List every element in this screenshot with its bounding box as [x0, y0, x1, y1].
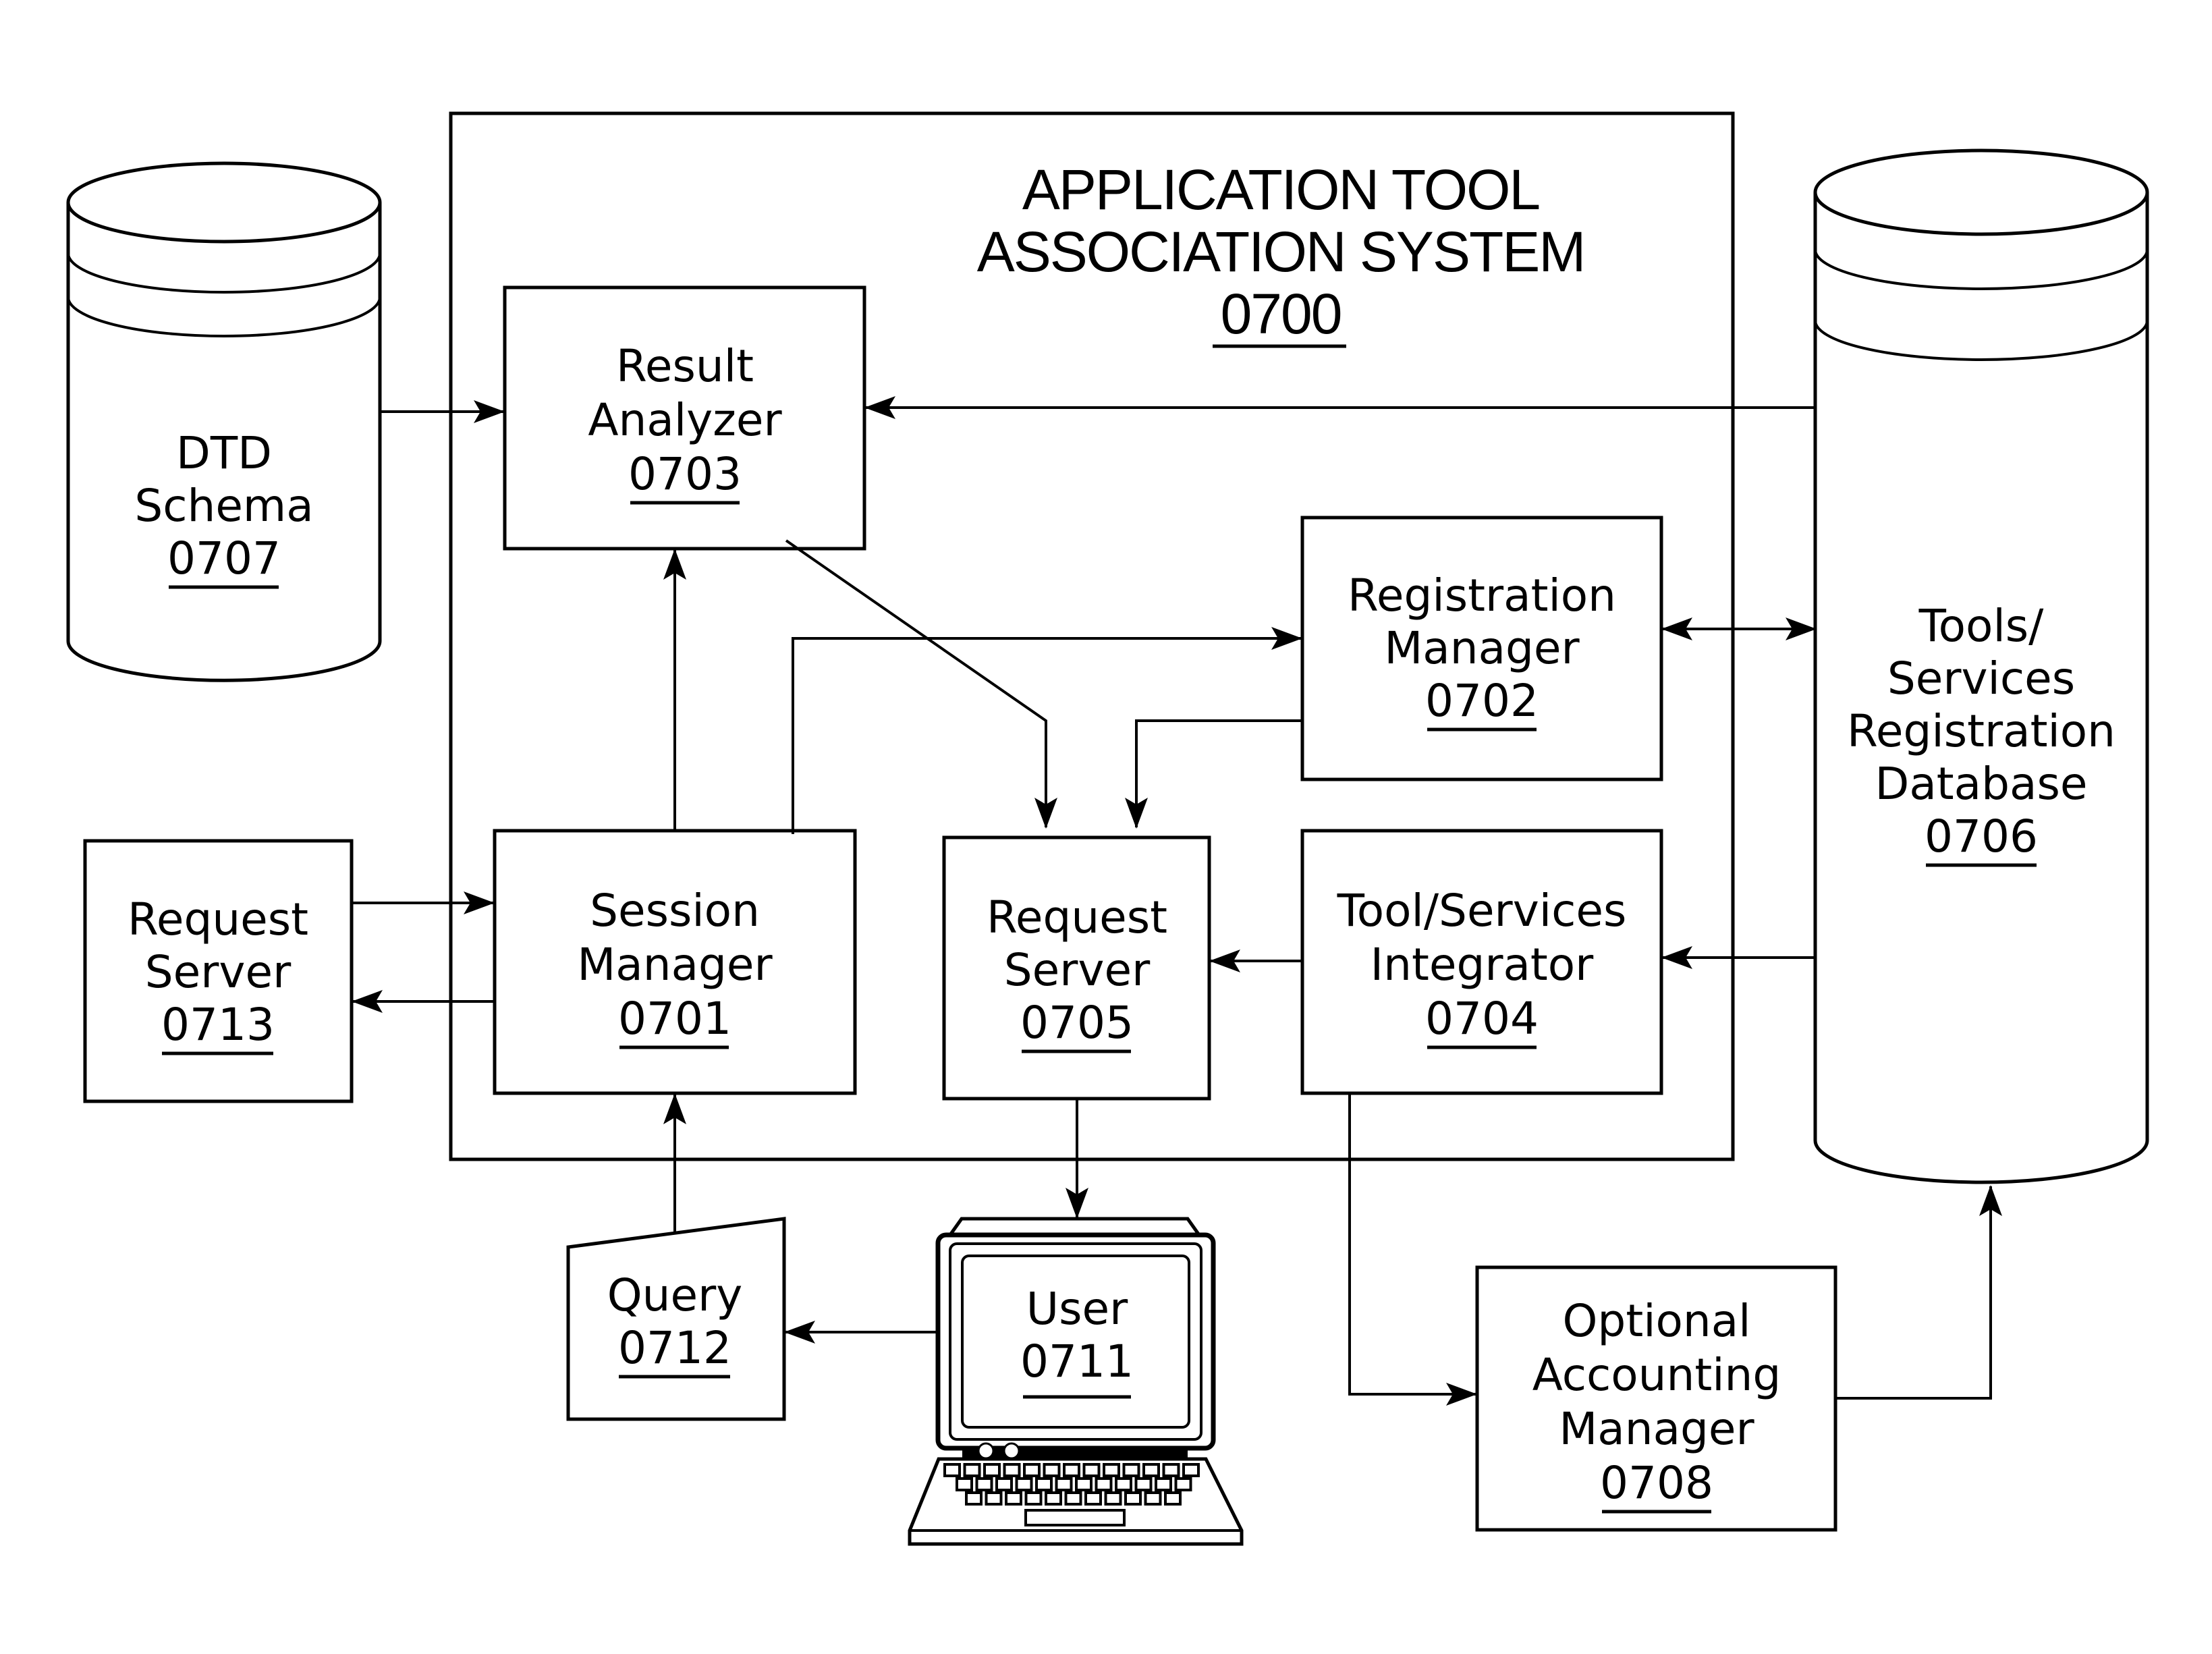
- keyboard-key: [956, 1477, 973, 1491]
- db-label-line-4: Database: [1875, 758, 2088, 810]
- query-label: Query: [607, 1269, 743, 1321]
- system-title-line-1: APPLICATION TOOL: [1022, 158, 1539, 221]
- result-analyzer-line-1: Result: [616, 340, 754, 392]
- user-ref: 0711: [1020, 1335, 1134, 1387]
- registration-manager-ref: 0702: [1425, 675, 1539, 727]
- session-manager-line-2: Manager: [577, 939, 773, 991]
- keyboard-key: [1005, 1491, 1022, 1506]
- keyboard-key: [1024, 1491, 1043, 1506]
- keyboard-key: [963, 1463, 981, 1477]
- request-server-0705-ref: 0705: [1020, 997, 1134, 1049]
- keyboard-key: [1164, 1491, 1182, 1506]
- edge-accounting-to-db: [1835, 1185, 2002, 1400]
- result-analyzer-line-2: Analyzer: [588, 394, 782, 446]
- node-tools-services-registration-database[interactable]: Tools/ Services Registration Database 07…: [1813, 148, 2149, 1184]
- keyboard-key: [1142, 1463, 1160, 1477]
- db-label-line-3: Registration: [1847, 705, 2116, 757]
- node-optional-accounting-manager[interactable]: Optional Accounting Manager 0708: [1475, 1265, 1837, 1532]
- request-server-0705-line-1: Request: [987, 891, 1167, 943]
- query-ref: 0712: [618, 1322, 731, 1374]
- keyboard-key: [1063, 1463, 1080, 1477]
- keyboard-key: [1122, 1463, 1140, 1477]
- integrator-ref: 0704: [1425, 993, 1539, 1045]
- keyboard-key: [1124, 1491, 1142, 1506]
- keyboard-key: [985, 1491, 1003, 1506]
- node-request-server-0705[interactable]: Request Server 0705: [942, 835, 1211, 1101]
- keyboard-key: [1115, 1477, 1132, 1491]
- keyboard-key: [1055, 1477, 1073, 1491]
- keyboard-key: [1182, 1463, 1200, 1477]
- application-tool-association-diagram: APPLICATION TOOL ASSOCIATION SYSTEM 0700…: [66, 111, 2149, 1546]
- keyboard-key: [1035, 1477, 1053, 1491]
- keyboard-key: [1134, 1477, 1153, 1491]
- keyboard-key: [1082, 1463, 1101, 1477]
- node-session-manager[interactable]: Session Manager 0701: [493, 829, 857, 1095]
- user-label: User: [1026, 1283, 1128, 1335]
- keyboard-key: [1103, 1463, 1120, 1477]
- accounting-ref: 0708: [1600, 1457, 1713, 1509]
- session-manager-ref: 0701: [618, 993, 731, 1045]
- keyboard-key: [1023, 1463, 1041, 1477]
- accounting-line-1: Optional: [1562, 1295, 1750, 1347]
- keyboard-key: [1162, 1463, 1180, 1477]
- system-ref: 0700: [1221, 282, 1342, 346]
- keyboard-key: [975, 1477, 993, 1491]
- registration-manager-line-2: Manager: [1384, 622, 1580, 674]
- node-query[interactable]: Query 0712: [566, 1217, 786, 1421]
- dtd-ref: 0707: [167, 532, 281, 584]
- keyboard-key: [995, 1477, 1013, 1491]
- request-server-0713-line-2: Server: [145, 946, 292, 998]
- keyboard-key: [1075, 1477, 1093, 1491]
- integrator-line-1: Tool/Services: [1337, 885, 1627, 937]
- edge-registration-to-request-server: [1125, 719, 1301, 829]
- result-analyzer-ref: 0703: [628, 448, 742, 500]
- keyboard-key: [1144, 1491, 1162, 1506]
- accounting-line-3: Manager: [1559, 1403, 1754, 1455]
- node-user-terminal[interactable]: User 0711: [908, 1217, 1244, 1546]
- dtd-label-line-1: DTD: [176, 427, 272, 479]
- request-server-0713-ref: 0713: [161, 999, 275, 1051]
- db-label-line-1: Tools/: [1918, 600, 2045, 652]
- accounting-line-2: Accounting: [1532, 1349, 1781, 1401]
- keyboard-key: [965, 1491, 983, 1506]
- node-result-analyzer[interactable]: Result Analyzer 0703: [503, 285, 866, 551]
- edge-integrator-to-accounting: [1348, 1093, 1477, 1406]
- session-manager-line-1: Session: [590, 885, 760, 937]
- keyboard-key: [1045, 1491, 1062, 1506]
- system-title-line-2: ASSOCIATION SYSTEM: [977, 220, 1585, 283]
- registration-manager-line-1: Registration: [1348, 570, 1616, 622]
- edge-result-analyzer-to-request-server: [785, 539, 1057, 829]
- keyboard-key: [1015, 1477, 1033, 1491]
- keyboard-key: [1003, 1463, 1021, 1477]
- keyboard-key: [943, 1463, 961, 1477]
- spacebar: [1024, 1509, 1126, 1526]
- keyboard-key: [1095, 1477, 1113, 1491]
- node-request-server-0713[interactable]: Request Server 0713: [83, 839, 354, 1103]
- request-server-0705-line-2: Server: [1004, 944, 1151, 996]
- keyboard-key: [1155, 1477, 1172, 1491]
- node-dtd-schema[interactable]: DTD Schema 0707: [66, 161, 382, 682]
- keyboard-key: [1043, 1463, 1061, 1477]
- keyboard-key: [1104, 1491, 1122, 1506]
- dtd-label-line-2: Schema: [134, 480, 313, 532]
- keyboard-key: [1174, 1477, 1192, 1491]
- db-label-line-2: Services: [1887, 653, 2075, 705]
- integrator-line-2: Integrator: [1371, 939, 1595, 991]
- keyboard-key: [1084, 1491, 1102, 1506]
- keyboard-key: [1064, 1491, 1082, 1506]
- request-server-0713-line-1: Request: [128, 893, 308, 945]
- node-tool-services-integrator[interactable]: Tool/Services Integrator 0704: [1300, 829, 1663, 1095]
- keyboard-key: [983, 1463, 1001, 1477]
- db-ref: 0706: [1925, 810, 2038, 862]
- node-registration-manager[interactable]: Registration Manager 0702: [1300, 516, 1663, 781]
